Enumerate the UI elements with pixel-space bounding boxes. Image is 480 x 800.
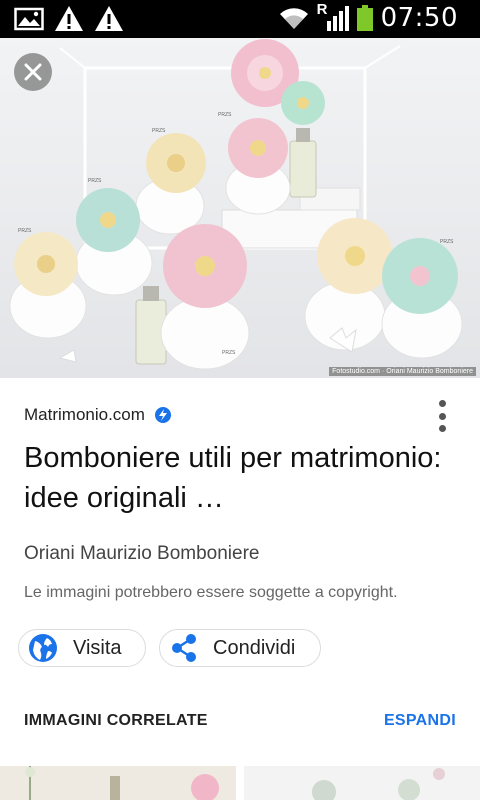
close-icon: [24, 63, 42, 81]
share-label: Condividi: [213, 636, 296, 659]
related-thumbnail[interactable]: [244, 766, 480, 800]
image-credit: Fotostudio.com · Oriani Maurizio Bomboni…: [329, 367, 476, 376]
visit-button[interactable]: Visita: [18, 629, 146, 667]
image-icon: [14, 7, 44, 30]
related-thumbnail[interactable]: [0, 766, 236, 800]
svg-text:PRZS: PRZS: [18, 228, 32, 234]
clock: 07:50: [380, 3, 458, 33]
svg-text:PRZS: PRZS: [88, 178, 102, 184]
signal-icon: R: [317, 1, 349, 33]
related-header: IMMAGINI CORRELATE ESPANDI: [24, 712, 456, 730]
share-button[interactable]: Condividi: [159, 629, 321, 667]
svg-text:PRZS: PRZS: [222, 350, 236, 356]
share-icon: [172, 634, 196, 662]
battery-icon: [356, 5, 373, 31]
source-name[interactable]: Matrimonio.com: [24, 405, 145, 425]
close-button[interactable]: [14, 53, 52, 91]
preview-image[interactable]: PRZS PRZS PRZS PRZS PRZS PRZS Fotostudio…: [0, 38, 480, 378]
svg-text:PRZS: PRZS: [218, 112, 232, 118]
source-row[interactable]: Matrimonio.com: [24, 405, 171, 425]
verified-icon: [154, 407, 171, 423]
warning-icon: [55, 6, 83, 31]
globe-icon: [29, 634, 57, 662]
copyright-note: Le immagini potrebbero essere soggette a…: [24, 584, 398, 601]
wifi-icon: [279, 8, 308, 30]
expand-button[interactable]: ESPANDI: [384, 712, 456, 730]
svg-text:PRZS: PRZS: [152, 128, 166, 134]
related-thumbnails: [0, 766, 480, 800]
related-title: IMMAGINI CORRELATE: [24, 712, 208, 729]
more-options-button[interactable]: [432, 400, 452, 432]
result-title[interactable]: Bomboniere utili per matrimonio: idee or…: [24, 438, 454, 518]
product-photo: PRZS PRZS PRZS PRZS PRZS PRZS: [0, 38, 480, 378]
svg-text:PRZS: PRZS: [440, 239, 454, 245]
status-bar: R 07:50: [0, 0, 480, 38]
warning-icon: [95, 6, 123, 31]
visit-label: Visita: [73, 636, 122, 659]
more-vert-icon: [438, 400, 446, 407]
site-name: Oriani Maurizio Bomboniere: [24, 543, 260, 564]
